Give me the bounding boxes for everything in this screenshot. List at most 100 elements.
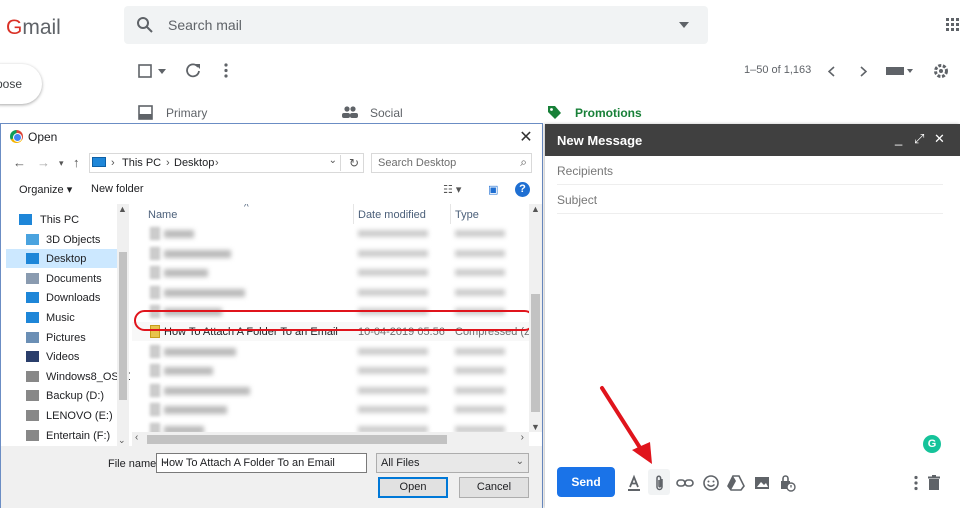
nav-item-3d-objects[interactable]: 3D Objects <box>6 230 117 249</box>
file-row[interactable] <box>132 224 529 243</box>
nav-item-windows8-os-c[interactable]: Windows8_OS (C <box>6 367 130 386</box>
search-bar[interactable]: Search mail <box>124 6 708 44</box>
back-arrow-icon[interactable]: ← <box>13 155 26 170</box>
scroll-down-icon[interactable]: ▼ <box>531 422 540 432</box>
gmail-logo[interactable]: Gmail <box>6 16 61 40</box>
emoji-icon[interactable] <box>702 474 720 492</box>
fullscreen-icon[interactable]: ⤢ <box>914 131 924 147</box>
file-scroll-thumb[interactable] <box>531 294 540 412</box>
refresh-icon[interactable] <box>186 63 201 78</box>
search-desktop-input[interactable]: Search Desktop ⌕ <box>371 153 532 173</box>
keyboard-icon[interactable] <box>886 66 914 76</box>
nav-item-entertain-f[interactable]: Entertain (F:) <box>6 426 117 445</box>
grammarly-icon[interactable]: G <box>923 435 941 453</box>
file-name-redacted <box>164 367 213 376</box>
nav-item-lenovo-e[interactable]: LENOVO (E:) <box>6 406 117 425</box>
file-row[interactable] <box>132 263 529 282</box>
insert-link-icon[interactable] <box>676 474 694 492</box>
search-icon[interactable] <box>136 16 154 34</box>
select-all-checkbox[interactable] <box>138 64 152 78</box>
select-dropdown-icon[interactable] <box>158 69 166 74</box>
search-desktop-placeholder: Search Desktop <box>378 157 457 169</box>
column-type[interactable]: Type <box>455 209 479 221</box>
send-button[interactable]: Send <box>557 467 615 497</box>
file-row[interactable] <box>132 381 529 400</box>
hscroll-thumb[interactable] <box>147 435 447 444</box>
nav-item-music[interactable]: Music <box>6 308 117 327</box>
organize-menu[interactable]: Organize ▾ <box>19 183 72 196</box>
scroll-right-icon[interactable]: › <box>521 432 524 443</box>
address-bar[interactable]: › This PC › Desktop › ⌄ ↻ <box>89 153 364 173</box>
file-type-dropdown-icon[interactable]: ⌄ <box>516 456 524 467</box>
new-folder-button[interactable]: New folder <box>91 183 144 195</box>
prev-page-icon[interactable] <box>828 66 835 77</box>
file-icon <box>150 266 160 280</box>
refresh-icon[interactable]: ↻ <box>349 156 359 170</box>
google-drive-icon[interactable] <box>727 474 745 492</box>
preview-pane-icon[interactable]: ▣ <box>488 183 498 196</box>
nav-scroll-thumb[interactable] <box>119 252 127 400</box>
file-row[interactable] <box>132 400 529 419</box>
more-vert-icon[interactable] <box>224 63 228 78</box>
cancel-button[interactable]: Cancel <box>459 477 529 498</box>
scroll-up-icon[interactable]: ▲ <box>531 204 540 214</box>
compose-button[interactable]: pose <box>0 64 42 104</box>
subject-field[interactable]: Subject <box>557 185 943 214</box>
scroll-down-icon[interactable]: ⌄ <box>118 435 126 446</box>
recipients-field[interactable]: Recipients <box>557 156 943 185</box>
chrome-icon <box>10 130 23 143</box>
file-name-redacted <box>164 406 227 415</box>
file-name-redacted <box>164 230 194 238</box>
dialog-titlebar[interactable]: Open ✕ <box>1 124 542 150</box>
insert-photo-icon[interactable] <box>753 474 771 492</box>
file-row[interactable] <box>132 361 529 380</box>
column-name[interactable]: Name <box>148 209 177 221</box>
file-name-input[interactable]: How To Attach A Folder To an Email ⌄ <box>156 453 367 473</box>
music-icon <box>26 312 39 323</box>
breadcrumb-this-pc[interactable]: This PC <box>122 157 161 169</box>
scroll-left-icon[interactable]: ‹ <box>135 432 138 443</box>
nav-scrollbar[interactable]: ▲ ⌄ <box>117 204 129 446</box>
file-list-hscrollbar[interactable]: ‹ › <box>132 432 529 446</box>
file-row[interactable] <box>132 283 529 302</box>
scroll-up-icon[interactable]: ▲ <box>118 204 127 214</box>
drive-icon <box>26 410 39 421</box>
file-row[interactable] <box>132 342 529 361</box>
dialog-title: Open <box>28 130 58 144</box>
text-formatting-icon[interactable] <box>625 474 643 492</box>
nav-item-pictures[interactable]: Pictures <box>6 328 117 347</box>
recent-dropdown-icon[interactable]: ▾ <box>59 158 64 169</box>
file-name-dropdown-icon[interactable]: ⌄ <box>161 456 362 467</box>
nav-item-this-pc[interactable]: This PC <box>6 210 117 229</box>
file-list-vscrollbar[interactable]: ▲ ▼ <box>529 204 542 432</box>
apps-grid-icon[interactable] <box>946 18 960 32</box>
settings-gear-icon[interactable] <box>933 63 949 79</box>
discard-draft-icon[interactable] <box>925 474 943 492</box>
view-options-icon[interactable]: ☷ ▾ <box>443 183 461 196</box>
breadcrumb-desktop[interactable]: Desktop <box>174 157 214 169</box>
address-dropdown-icon[interactable]: ⌄ <box>329 155 341 171</box>
dialog-close-icon[interactable]: ✕ <box>517 127 535 147</box>
help-icon[interactable]: ? <box>515 182 530 197</box>
nav-item-downloads[interactable]: Downloads <box>6 288 117 307</box>
column-date-modified[interactable]: Date modified <box>358 209 426 221</box>
attach-file-icon[interactable] <box>651 474 669 492</box>
search-options-icon[interactable] <box>679 22 689 28</box>
nav-item-backup-d[interactable]: Backup (D:) <box>6 386 117 405</box>
nav-item-documents[interactable]: Documents <box>6 269 117 288</box>
new-message-header[interactable]: New Message _ ⤢ ✕ <box>545 124 960 156</box>
nav-item-desktop[interactable]: Desktop <box>6 249 117 269</box>
more-options-icon[interactable] <box>907 474 925 492</box>
file-type-select[interactable]: All Files ⌄ <box>376 453 529 473</box>
confidential-mode-icon[interactable] <box>778 474 796 492</box>
open-button[interactable]: Open <box>378 477 448 498</box>
file-date-redacted <box>358 249 428 257</box>
minimize-icon[interactable]: _ <box>895 131 902 146</box>
up-arrow-icon[interactable]: ↑ <box>73 155 80 170</box>
file-date-redacted <box>358 230 428 237</box>
close-icon[interactable]: ✕ <box>934 131 945 147</box>
nav-item-videos[interactable]: Videos <box>6 347 117 366</box>
forward-arrow-icon[interactable]: → <box>37 155 50 170</box>
next-page-icon[interactable] <box>860 66 867 77</box>
file-row[interactable] <box>132 244 529 263</box>
